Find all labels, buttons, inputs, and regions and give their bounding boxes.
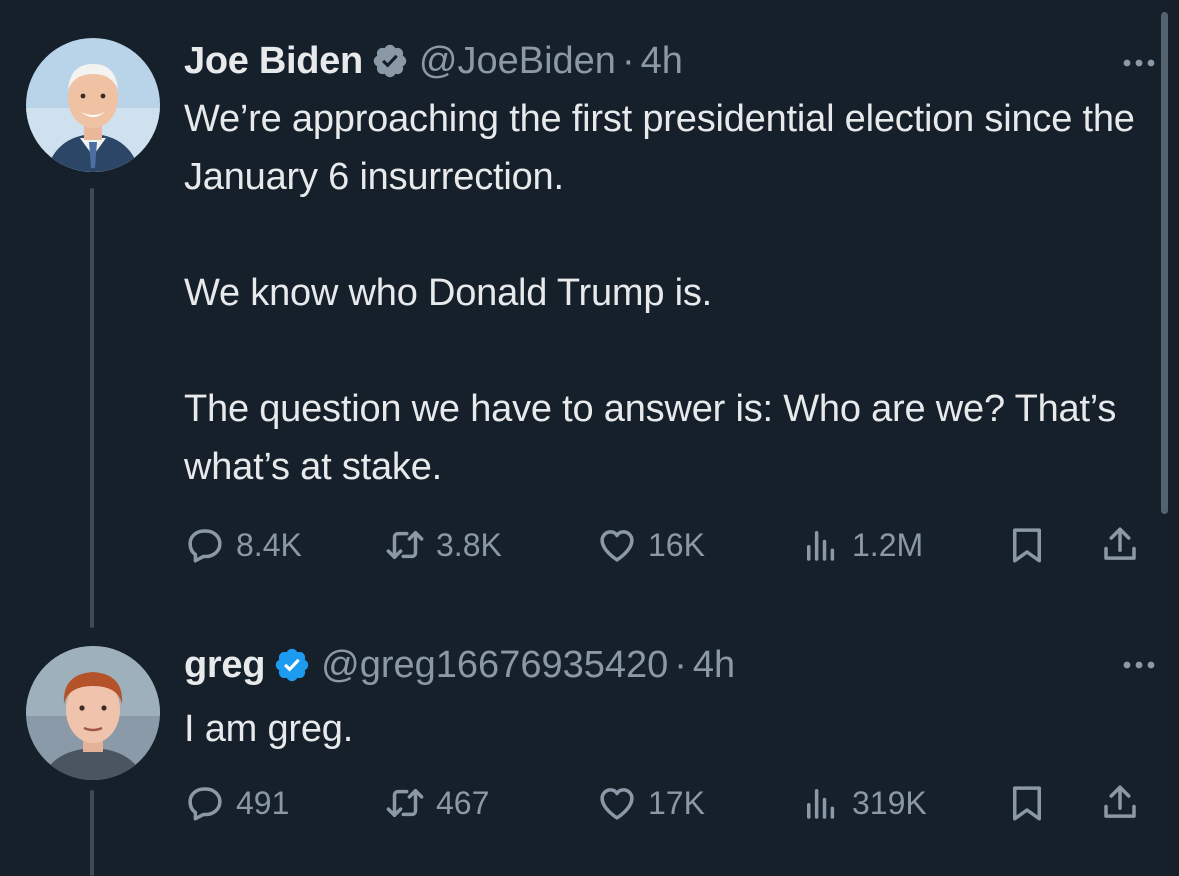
reply-button[interactable]: 491 [184, 778, 289, 828]
separator-dot: · [674, 643, 687, 686]
like-button[interactable]: 16K [596, 520, 705, 570]
author-handle[interactable]: @greg16676935420 [321, 644, 668, 687]
bookmark-icon [1013, 528, 1041, 563]
action-bar: 491 467 17K 319K [184, 778, 1149, 828]
retweet-count: 3.8K [436, 526, 502, 563]
views-icon [807, 789, 835, 819]
retweet-count: 467 [436, 784, 490, 821]
verified-badge-icon[interactable] [273, 646, 311, 684]
tweet-paragraph: We’re approaching the first presidential… [184, 98, 1135, 198]
more-icon[interactable] [1119, 53, 1159, 73]
tweet-header: Joe Biden @JoeBiden · 4h [184, 36, 1143, 86]
tweet-paragraph: We know who Donald Trump is. [184, 272, 713, 314]
retweet-icon [386, 531, 424, 559]
verified-badge-icon[interactable] [371, 42, 409, 80]
tweet-paragraph: I am greg. [184, 708, 354, 750]
tweet-text: We’re approaching the first presidential… [184, 90, 1159, 496]
like-count: 16K [648, 526, 705, 563]
tweet-joe-biden[interactable]: Joe Biden @JoeBiden · 4h We’re approachi… [0, 0, 1179, 630]
reply-count: 8.4K [236, 526, 302, 563]
tweet-paragraph: The question we have to answer is: Who a… [184, 388, 1117, 488]
retweet-button[interactable]: 467 [384, 778, 489, 828]
more-icon[interactable] [1119, 655, 1159, 675]
share-button[interactable] [1099, 520, 1141, 570]
retweet-button[interactable]: 3.8K [384, 520, 502, 570]
share-icon [1104, 785, 1136, 818]
views-button[interactable]: 319K [800, 778, 927, 828]
timestamp[interactable]: 4h [693, 644, 735, 687]
heart-icon [600, 788, 634, 820]
author-name[interactable]: Joe Biden [184, 40, 363, 83]
views-count: 1.2M [852, 526, 924, 563]
like-button[interactable]: 17K [596, 778, 705, 828]
reply-icon [188, 787, 222, 821]
avatar[interactable] [26, 38, 160, 172]
tweet-greg[interactable]: greg @greg16676935420 · 4h I am greg. 49… [0, 630, 1179, 876]
thread-line [90, 790, 94, 876]
heart-icon [600, 530, 634, 562]
bookmark-button[interactable] [1006, 520, 1048, 570]
share-icon [1104, 527, 1136, 560]
reply-count: 491 [236, 784, 290, 821]
separator-dot: · [621, 39, 635, 82]
timestamp[interactable]: 4h [641, 40, 683, 83]
views-count: 319K [852, 784, 927, 821]
reply-icon [188, 529, 222, 563]
bookmark-button[interactable] [1006, 778, 1048, 828]
share-button[interactable] [1099, 778, 1141, 828]
action-bar: 8.4K 3.8K 16K 1.2M [184, 520, 1149, 570]
views-button[interactable]: 1.2M [800, 520, 923, 570]
retweet-icon [386, 789, 424, 817]
author-handle[interactable]: @JoeBiden [419, 40, 616, 83]
reply-button[interactable]: 8.4K [184, 520, 302, 570]
bookmark-icon [1013, 786, 1041, 821]
tweet-text: I am greg. [184, 700, 1159, 758]
thread-line [90, 188, 94, 628]
tweet-header: greg @greg16676935420 · 4h [184, 640, 1143, 690]
avatar[interactable] [26, 646, 160, 780]
like-count: 17K [648, 784, 705, 821]
views-icon [807, 531, 835, 561]
author-name[interactable]: greg [184, 644, 265, 687]
